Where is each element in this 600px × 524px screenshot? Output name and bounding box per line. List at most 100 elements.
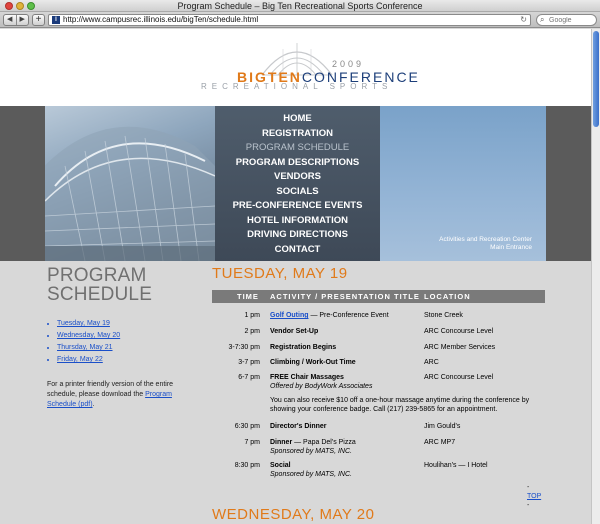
row-time: 3-7 pm — [238, 359, 260, 366]
reload-icon[interactable]: ↻ — [520, 15, 527, 25]
row-activity-title: FREE Chair Massages — [270, 374, 344, 381]
day-link-item: Tuesday, May 19 — [57, 318, 197, 330]
row-time: 6:30 pm — [234, 423, 260, 430]
row-location: ARC Member Services — [424, 344, 496, 351]
row-activity-title: Director's Dinner — [270, 423, 327, 430]
left-sidebar: PROGRAM SCHEDULE Tuesday, May 19 Wednesd… — [47, 266, 197, 410]
day-heading-tuesday: TUESDAY, MAY 19 — [212, 265, 348, 282]
building-photo-left — [45, 106, 215, 261]
row-time: 8:30 pm — [234, 462, 260, 469]
schedule-row: 3-7:30 pm Registration Begins ARC Member… — [212, 343, 545, 358]
nav-item-registration[interactable]: REGISTRATION — [215, 127, 380, 142]
day-link-item: Wednesday, May 20 — [57, 330, 197, 342]
row-time: 6-7 pm — [238, 374, 260, 381]
page-title-line-1: PROGRAM — [47, 265, 147, 286]
back-to-top: - TOP - — [527, 483, 545, 510]
schedule-row: 7 pm Dinner — Papa Del's Pizza Sponsored … — [212, 438, 545, 461]
row-activity-sponsor: Sponsored by MATS, INC. — [270, 471, 352, 478]
top-suffix: - — [527, 502, 530, 509]
row-activity-rest: — Papa Del's Pizza — [292, 439, 356, 446]
hero-banner: HOME REGISTRATION PROGRAM SCHEDULE PROGR… — [0, 106, 591, 261]
row-activity-rest: — Pre-Conference Event — [308, 312, 389, 319]
banner-caption: Activities and Recreation Center Main En… — [380, 236, 532, 252]
nav-item-hotel-information[interactable]: HOTEL INFORMATION — [215, 214, 380, 229]
nav-item-home[interactable]: HOME — [215, 112, 380, 127]
row-activity: Director's Dinner — [270, 422, 420, 431]
row-activity-sponsor: Offered by BodyWork Associates — [270, 383, 373, 390]
address-bar[interactable]: I http://www.campusrec.illinois.edu/bigT… — [48, 14, 531, 26]
day-link-item: Friday, May 22 — [57, 354, 197, 366]
main-nav: HOME REGISTRATION PROGRAM SCHEDULE PROGR… — [215, 112, 380, 257]
day-link-thursday[interactable]: Thursday, May 21 — [57, 344, 113, 351]
row-activity-title: Social — [270, 462, 291, 469]
row-activity: Registration Begins — [270, 343, 420, 352]
nav-item-driving-directions[interactable]: DRIVING DIRECTIONS — [215, 228, 380, 243]
top-link[interactable]: TOP — [527, 493, 541, 500]
scrollbar-thumb[interactable] — [593, 31, 599, 127]
search-field[interactable]: ⌕ — [536, 14, 597, 26]
printer-note: For a printer friendly version of the en… — [47, 380, 197, 410]
row-location: Jim Gould's — [424, 423, 461, 430]
site-header: 2009 BIGTENCONFERENCE RECREATIONAL SPORT… — [0, 29, 591, 106]
schedule-note-row: You can also receive $10 off a one-hour … — [212, 396, 545, 422]
printer-note-end: . — [92, 401, 95, 408]
nav-item-socials[interactable]: SOCIALS — [215, 185, 380, 200]
add-bookmark-button[interactable]: + — [32, 14, 45, 26]
page-title: PROGRAM SCHEDULE — [47, 266, 197, 304]
header-location: LOCATION — [424, 292, 471, 301]
day-link-wednesday[interactable]: Wednesday, May 20 — [57, 332, 120, 339]
schedule-row: 1 pm Golf Outing — Pre-Conference Event … — [212, 311, 545, 327]
nav-item-contact[interactable]: CONTACT — [215, 243, 380, 258]
schedule-row: 6-7 pm FREE Chair Massages Offered by Bod… — [212, 373, 545, 396]
top-link-row: - TOP - — [212, 483, 545, 509]
nav-item-pre-conference-events[interactable]: PRE-CONFERENCE EVENTS — [215, 199, 380, 214]
row-location: Houlihan's — I Hotel — [424, 462, 488, 469]
browser-toolbar: ◀ ▶ + I http://www.campusrec.illinois.ed… — [0, 12, 600, 28]
caption-line-1: Activities and Recreation Center — [439, 236, 532, 243]
logo-year: 2009 — [332, 59, 365, 69]
row-activity: Climbing / Work-Out Time — [270, 358, 420, 367]
row-activity: Dinner — Papa Del's Pizza Sponsored by MA… — [270, 438, 420, 456]
nav-item-vendors[interactable]: VENDORS — [215, 170, 380, 185]
row-activity-title: Climbing / Work-Out Time — [270, 359, 356, 366]
search-icon: ⌕ — [540, 15, 545, 24]
row-location: ARC Concourse Level — [424, 374, 494, 381]
page-scrollbar[interactable] — [591, 29, 600, 524]
day-heading-wednesday: WEDNESDAY, MAY 20 — [212, 506, 375, 523]
nav-item-program-schedule[interactable]: PROGRAM SCHEDULE — [215, 141, 380, 156]
row-activity-sponsor: Sponsored by MATS, INC. — [270, 448, 352, 455]
header-activity: ACTIVITY / PRESENTATION TITLE — [270, 292, 420, 301]
window-titlebar: Program Schedule – Big Ten Recreational … — [0, 0, 600, 12]
row-activity-title: Dinner — [270, 439, 293, 446]
forward-arrow-icon[interactable]: ▶ — [15, 15, 29, 25]
day-link-friday[interactable]: Friday, May 22 — [57, 356, 103, 363]
row-activity: Golf Outing — Pre-Conference Event — [270, 311, 420, 320]
row-time: 7 pm — [244, 439, 260, 446]
url-text[interactable]: http://www.campusrec.illinois.edu/bigTen… — [63, 15, 258, 25]
row-activity-title: Registration Begins — [270, 344, 337, 351]
row-time: 1 pm — [244, 312, 260, 319]
day-link-tuesday[interactable]: Tuesday, May 19 — [57, 320, 110, 327]
site-favicon-icon: I — [52, 16, 60, 24]
nav-item-program-descriptions[interactable]: PROGRAM DESCRIPTIONS — [215, 156, 380, 171]
page-viewport: 2009 BIGTENCONFERENCE RECREATIONAL SPORT… — [0, 29, 591, 524]
row-activity: Social Sponsored by MATS, INC. — [270, 461, 420, 479]
logo-subtitle: RECREATIONAL SPORTS — [201, 82, 393, 91]
row-activity-title: Vendor Set-Up — [270, 328, 319, 335]
row-location: Stone Creek — [424, 312, 463, 319]
search-input[interactable] — [549, 15, 595, 25]
day-link-item: Thursday, May 21 — [57, 342, 197, 354]
back-arrow-icon[interactable]: ◀ — [4, 15, 16, 25]
day-links-list: Tuesday, May 19 Wednesday, May 20 Thursd… — [57, 318, 197, 366]
schedule-section: TUESDAY, MAY 19 TIME ACTIVITY / PRESENTA… — [212, 265, 545, 509]
schedule-row: 3-7 pm Climbing / Work-Out Time ARC — [212, 358, 545, 373]
golf-outing-link[interactable]: Golf Outing — [270, 312, 309, 319]
row-time: 2 pm — [244, 328, 260, 335]
row-activity: FREE Chair Massages Offered by BodyWork A… — [270, 373, 420, 391]
row-location: ARC Concourse Level — [424, 328, 494, 335]
schedule-header-row: TIME ACTIVITY / PRESENTATION TITLE LOCAT… — [212, 290, 545, 303]
row-activity: Vendor Set-Up — [270, 327, 420, 336]
row-location: ARC MP7 — [424, 439, 456, 446]
top-prefix: - — [527, 484, 530, 491]
page-title-line-2: SCHEDULE — [47, 284, 153, 305]
